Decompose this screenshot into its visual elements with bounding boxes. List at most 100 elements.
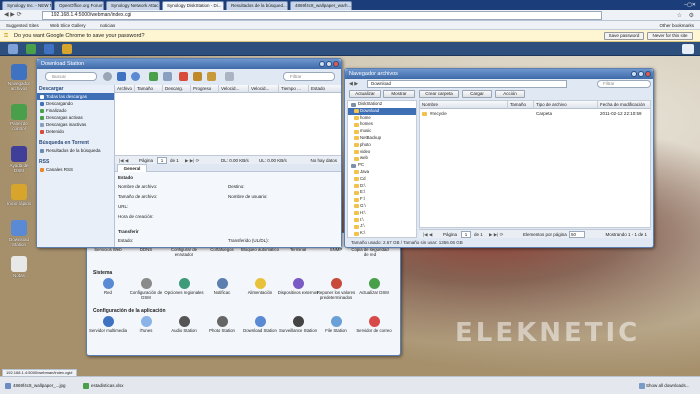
tree-node[interactable]: Java bbox=[348, 169, 416, 176]
tree-node[interactable]: G:\ bbox=[348, 203, 416, 210]
browser-tab[interactable]: Synology Inc. - NEW NAS... bbox=[2, 1, 52, 10]
window-buttons[interactable] bbox=[318, 61, 339, 71]
path-field[interactable]: Download bbox=[367, 80, 567, 88]
sidebar-item-rss[interactable]: Canales RSS bbox=[37, 166, 114, 173]
cp-media-server[interactable]: Servidor multimedia bbox=[87, 316, 129, 333]
download-station-titlebar[interactable]: Download Station bbox=[37, 59, 341, 69]
refresh-button[interactable]: Actualizar bbox=[349, 90, 381, 98]
col-header[interactable]: Velocid... bbox=[249, 85, 279, 93]
tree-node[interactable]: NetBackup bbox=[348, 135, 416, 142]
sidebar-item-inactive[interactable]: Descargas inactivas bbox=[37, 121, 114, 128]
save-password-button[interactable]: Save password bbox=[604, 32, 644, 40]
cp-power[interactable]: Alimentación bbox=[239, 278, 281, 295]
browser-tab[interactable]: 4869f4c8_wallpaper_warh... bbox=[290, 1, 352, 10]
browser-tab-active[interactable]: Synology DiskStation - Di... bbox=[162, 1, 224, 10]
col-header-date[interactable]: Fecha de modificación bbox=[598, 101, 650, 109]
cp-photo-station[interactable]: Photo Station bbox=[201, 316, 243, 333]
download-item[interactable]: 4869f4c8_wallpaper_...jpg bbox=[4, 381, 66, 391]
desktop-icon-notes[interactable]: Notas bbox=[4, 256, 34, 278]
cp-audio-station[interactable]: Audio Station bbox=[163, 316, 205, 333]
page-input[interactable]: 1 bbox=[461, 231, 471, 238]
show-all-downloads[interactable]: Show all downloads... bbox=[638, 381, 690, 391]
desktop-icon-control-panel[interactable]: Panel de control bbox=[4, 104, 34, 131]
sidebar-item-finished[interactable]: Finalizado bbox=[37, 107, 114, 114]
sidebar-item-downloading[interactable]: Descargando bbox=[37, 100, 114, 107]
play-icon[interactable] bbox=[149, 72, 158, 81]
desktop-icon-quick-start[interactable]: Inicio rápido bbox=[4, 184, 34, 206]
browser-tab[interactable]: OpenOffice.org Forum - Ve... bbox=[54, 1, 104, 10]
never-save-button[interactable]: Never for this site bbox=[647, 32, 693, 40]
filter-input[interactable]: Filtrar bbox=[283, 72, 335, 81]
filter-input[interactable]: Filtrar bbox=[597, 80, 651, 88]
tree-node[interactable]: Cd bbox=[348, 176, 416, 183]
desktop-icon-dsm-help[interactable]: Ayuda de DSM bbox=[4, 146, 34, 173]
page-input[interactable]: 1 bbox=[157, 157, 167, 164]
col-header[interactable]: Descarg. bbox=[163, 85, 191, 93]
col-header[interactable]: Progreso bbox=[191, 85, 219, 93]
show-desktop-icon[interactable] bbox=[8, 44, 18, 54]
file-row[interactable]: #recycle Carpeta 2011-02-12 22:10:59 bbox=[420, 110, 650, 117]
add-icon[interactable] bbox=[117, 72, 126, 81]
settings-icon[interactable] bbox=[103, 72, 112, 81]
tree-node[interactable]: music bbox=[348, 128, 416, 135]
star-icon[interactable]: ☆ bbox=[677, 12, 682, 19]
tree-node[interactable]: H:\ bbox=[348, 210, 416, 217]
nav-buttons-icon[interactable]: ◀ ▶ ⟳ bbox=[4, 11, 22, 18]
tree-node[interactable]: photo bbox=[348, 142, 416, 149]
file-browser-titlebar[interactable]: Navegador archivos bbox=[345, 69, 653, 79]
tree-node[interactable]: J:\ bbox=[348, 223, 416, 230]
quick-start-taskbar-icon[interactable] bbox=[62, 44, 72, 54]
action-button[interactable]: Acción bbox=[495, 90, 525, 98]
cp-notification[interactable]: Notificac bbox=[201, 278, 243, 295]
col-header[interactable]: Archivo bbox=[115, 85, 135, 93]
pause-icon[interactable] bbox=[163, 72, 172, 81]
tree-node[interactable]: homes bbox=[348, 121, 416, 128]
wrench-icon[interactable]: ⚙ bbox=[689, 12, 694, 19]
col-header[interactable]: Estado bbox=[309, 85, 337, 93]
tree-node[interactable]: I:\ bbox=[348, 217, 416, 224]
bookmark-item[interactable]: noticias bbox=[100, 21, 115, 30]
tree-node[interactable]: DiskStation2 bbox=[348, 101, 416, 108]
upload-button[interactable]: Cargar bbox=[462, 90, 492, 98]
url-field[interactable]: 192.168.1.4:5000/webman/index.cgi bbox=[42, 11, 602, 20]
cp-network-backup[interactable]: Copia de seguridad de red bbox=[349, 247, 391, 257]
clear-icon[interactable] bbox=[193, 72, 202, 81]
create-folder-button[interactable]: Crear carpeta bbox=[419, 90, 459, 98]
browser-tab[interactable]: Synology Network Attac... bbox=[106, 1, 160, 10]
cp-dsm-settings[interactable]: Configuración de DSM bbox=[125, 278, 167, 300]
show-button[interactable]: Mostrar bbox=[383, 90, 415, 98]
cp-external-devices[interactable]: Dispositivos externos bbox=[277, 278, 319, 295]
col-header[interactable]: Tamaño bbox=[135, 85, 163, 93]
window-controls[interactable]: –▢✕ bbox=[674, 2, 696, 8]
col-header-type[interactable]: Tipo de archivo bbox=[534, 101, 598, 109]
tab-general[interactable]: General bbox=[117, 164, 147, 172]
tree-node[interactable]: PC bbox=[348, 162, 416, 169]
tree-node[interactable]: K:\ bbox=[348, 230, 416, 237]
sidebar-item-search-results[interactable]: Resultados de la búsqueda bbox=[37, 147, 114, 154]
cp-download-station[interactable]: Download Station bbox=[239, 316, 281, 333]
desktop-icon-download-station[interactable]: Download Station bbox=[4, 220, 34, 247]
tree-node[interactable]: home bbox=[348, 115, 416, 122]
back-forward-icon[interactable]: ◀ ▶ bbox=[349, 81, 358, 87]
tree-node[interactable]: D:\ bbox=[348, 183, 416, 190]
desktop-icon-file-browser[interactable]: Navegador archivos bbox=[4, 64, 34, 91]
cp-surveillance[interactable]: Surveillance Station bbox=[277, 316, 319, 333]
cp-network[interactable]: Red bbox=[87, 278, 129, 295]
search-input[interactable]: Buscar bbox=[45, 72, 97, 81]
file-browser-taskbar-icon[interactable] bbox=[44, 44, 54, 54]
cp-file-station[interactable]: File Station bbox=[315, 316, 357, 333]
cp-dsm-update[interactable]: Actualizar DSM bbox=[353, 278, 395, 295]
sidebar-item-all[interactable]: Todas las descargas bbox=[37, 93, 114, 100]
col-header-name[interactable]: Nombre bbox=[420, 101, 508, 109]
tree-node[interactable]: web bbox=[348, 155, 416, 162]
sidebar-item-active[interactable]: Descargas activas bbox=[37, 114, 114, 121]
bookmark-item[interactable]: Web Slice Gallery bbox=[50, 21, 86, 30]
items-per-page-select[interactable]: 50 bbox=[569, 231, 585, 238]
list-icon[interactable] bbox=[225, 72, 234, 81]
tree-node-selected[interactable]: Download bbox=[348, 107, 416, 115]
first-page-icon[interactable]: |◀ ◀ bbox=[423, 230, 432, 239]
cp-mail-server[interactable]: Servidor de correo bbox=[353, 316, 395, 333]
browser-tab[interactable]: Resultados de la búsqued... bbox=[226, 1, 288, 10]
col-header[interactable]: Tiempo ... bbox=[279, 85, 309, 93]
cp-reset[interactable]: Reponer los valores predeterminados bbox=[315, 278, 357, 300]
